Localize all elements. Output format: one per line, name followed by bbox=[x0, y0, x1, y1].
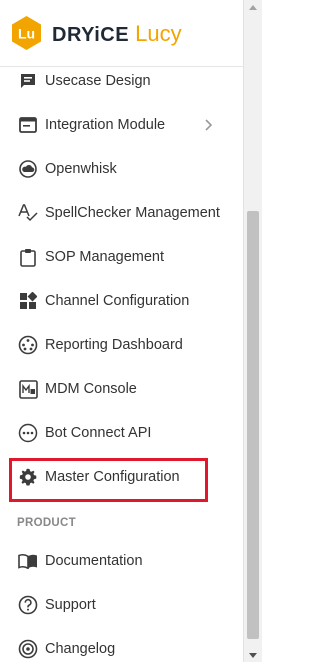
menu-item-changelog[interactable]: Changelog bbox=[0, 627, 230, 671]
scroll-down-arrow-icon[interactable] bbox=[244, 648, 262, 662]
brand-name: DRYiCE bbox=[52, 24, 130, 46]
menu-item-sop-management[interactable]: SOP Management bbox=[0, 235, 230, 279]
spellcheck-icon bbox=[18, 203, 38, 223]
menu-item-label: MDM Console bbox=[45, 381, 137, 397]
menu-item-mdm-console[interactable]: MDM Console bbox=[0, 367, 230, 411]
logo-hexagon-icon: Lu bbox=[12, 16, 41, 50]
menu-item-documentation[interactable]: Documentation bbox=[0, 539, 230, 583]
menu-item-bot-connect-api[interactable]: Bot Connect API bbox=[0, 411, 230, 455]
menu-item-label: SpellChecker Management bbox=[45, 205, 220, 221]
bot-connect-icon bbox=[18, 423, 38, 443]
menu-item-label: Usecase Design bbox=[45, 73, 151, 89]
help-circle-icon bbox=[18, 595, 38, 615]
menu-item-label: Channel Configuration bbox=[45, 293, 190, 309]
sidebar-scrollbar[interactable] bbox=[243, 0, 262, 662]
logo-wordmark: DRYiCE Lucy bbox=[52, 21, 182, 47]
menu-item-channel-configuration[interactable]: Channel Configuration bbox=[0, 279, 230, 323]
changelog-icon bbox=[18, 639, 38, 659]
menu-item-label: Integration Module bbox=[45, 117, 166, 133]
menu-item-label: Documentation bbox=[45, 553, 143, 569]
menu-item-support[interactable]: Support bbox=[0, 583, 230, 627]
chevron-right-icon[interactable] bbox=[202, 119, 214, 131]
product-name: Lucy bbox=[135, 21, 182, 46]
clipboard-icon bbox=[18, 247, 38, 267]
menu-item-spellchecker-management[interactable]: SpellChecker Management bbox=[0, 191, 230, 235]
scroll-up-arrow-icon[interactable] bbox=[244, 0, 262, 14]
integration-module-icon bbox=[18, 115, 38, 135]
reporting-dashboard-icon bbox=[18, 335, 38, 355]
menu-item-openwhisk[interactable]: Openwhisk bbox=[0, 147, 230, 191]
menu-item-label: Bot Connect API bbox=[45, 425, 152, 441]
menu-item-label: Openwhisk bbox=[45, 161, 117, 177]
logo-badge-text: Lu bbox=[18, 26, 35, 42]
section-title-product: PRODUCT bbox=[17, 517, 76, 529]
highlight-box bbox=[9, 458, 208, 502]
mdm-console-icon bbox=[18, 379, 38, 399]
cloud-icon bbox=[18, 159, 38, 179]
book-icon bbox=[18, 551, 38, 571]
sidebar: Lu DRYiCE Lucy Usecase Design Integratio… bbox=[0, 0, 243, 662]
menu-item-usecase-design[interactable]: Usecase Design bbox=[0, 59, 230, 103]
menu-item-label: Changelog bbox=[45, 641, 116, 657]
usecase-design-icon bbox=[18, 71, 38, 91]
logo-badge[interactable]: Lu bbox=[11, 15, 42, 51]
sidebar-header: Lu DRYiCE Lucy bbox=[0, 0, 243, 67]
channel-config-icon bbox=[18, 291, 38, 311]
menu-item-label: SOP Management bbox=[45, 249, 165, 265]
scrollbar-thumb[interactable] bbox=[247, 211, 259, 639]
menu-item-reporting-dashboard[interactable]: Reporting Dashboard bbox=[0, 323, 230, 367]
menu-item-integration-module[interactable]: Integration Module bbox=[0, 103, 230, 147]
menu-item-label: Reporting Dashboard bbox=[45, 337, 183, 353]
menu-item-label: Support bbox=[45, 597, 96, 613]
